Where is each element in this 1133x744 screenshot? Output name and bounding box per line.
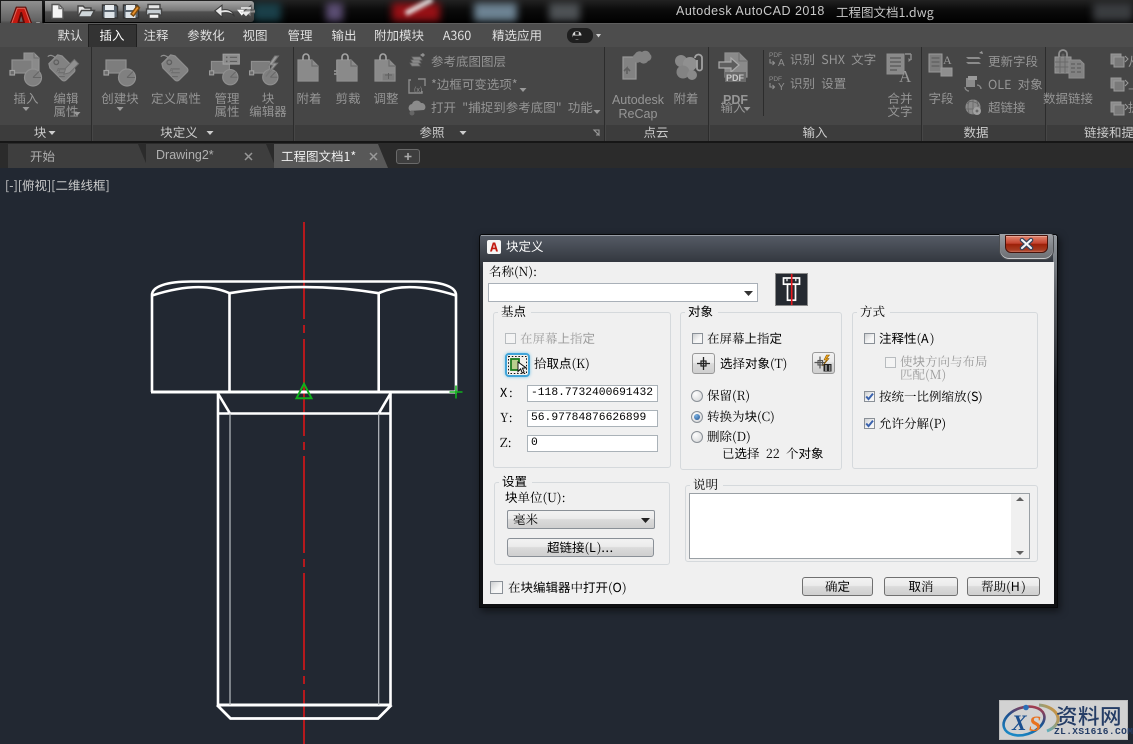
svg-text:S: S — [1029, 711, 1041, 736]
svg-text:X: X — [1011, 710, 1028, 735]
